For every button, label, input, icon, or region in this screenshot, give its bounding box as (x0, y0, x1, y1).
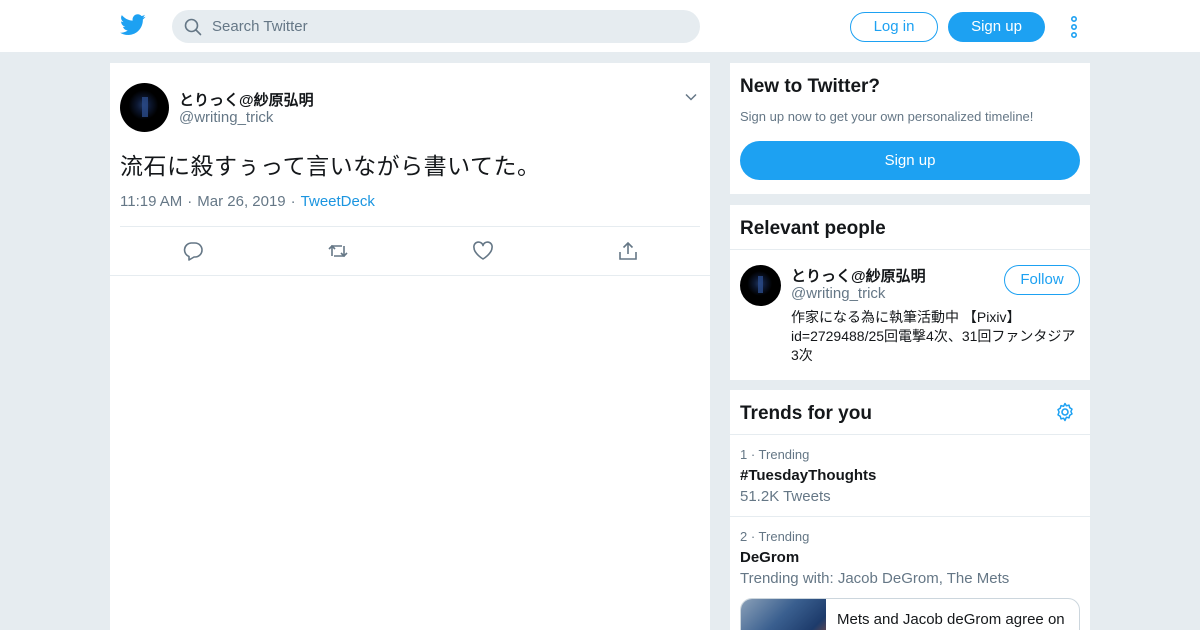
trend-news-card[interactable]: Mets and Jacob deGrom agree on (740, 598, 1080, 630)
tweet-author-handle[interactable]: @writing_trick (179, 109, 273, 126)
card-title: New to Twitter? (740, 76, 881, 97)
tweet-date[interactable]: Mar 26, 2019 (197, 193, 285, 210)
person-name[interactable]: とりっく@紗原弘明 (791, 265, 926, 286)
trend-rank: 2 · Trending (740, 529, 810, 544)
person-handle[interactable]: @writing_trick (791, 285, 885, 302)
person-avatar[interactable] (740, 265, 781, 306)
like-icon[interactable] (472, 240, 494, 262)
gear-icon[interactable] (1055, 402, 1075, 422)
chevron-down-icon[interactable] (684, 90, 698, 104)
trend-rank: 1 · Trending (740, 447, 810, 462)
meta-separator: · (187, 193, 193, 210)
tweet-text: 流石に殺すぅって言いながら書いてた。 (120, 153, 541, 179)
reply-icon[interactable] (182, 240, 204, 262)
signup-wide-button[interactable]: Sign up (740, 141, 1080, 180)
divider (730, 249, 1090, 250)
more-options-icon[interactable] (1066, 16, 1082, 38)
meta-separator: · (290, 193, 296, 210)
trends-card: Trends for you 1 · Trending #TuesdayThou… (730, 390, 1090, 630)
trend-info: 51.2K Tweets (740, 488, 831, 505)
search-input[interactable] (212, 10, 682, 43)
follow-button[interactable]: Follow (1004, 265, 1080, 295)
card-title: Relevant people (740, 218, 886, 239)
twitter-logo-icon[interactable] (120, 14, 146, 36)
tweet-author-name[interactable]: とりっく@紗原弘明 (179, 89, 314, 110)
signup-button[interactable]: Sign up (948, 12, 1045, 42)
person-bio: 作家になる為に執筆活動中 【Pixiv】 id=2729488/25回電撃4次、… (791, 309, 1076, 363)
tweet-time[interactable]: 11:19 AM (120, 193, 182, 210)
trend-info: Trending with: Jacob DeGrom, The Mets (740, 570, 1010, 587)
tweet-card: とりっく@紗原弘明 @writing_trick 流石に殺すぅって言いながら書い… (110, 63, 710, 630)
card-subtitle: Sign up now to get your own personalized… (740, 109, 1034, 124)
trend-item[interactable]: 1 · Trending #TuesdayThoughts 51.2K Twee… (740, 447, 1080, 505)
retweet-icon[interactable] (327, 240, 349, 262)
divider (730, 434, 1090, 435)
news-headline[interactable]: Mets and Jacob deGrom agree on (837, 611, 1065, 628)
share-icon[interactable] (617, 240, 639, 262)
tweet-author-avatar[interactable] (120, 83, 169, 132)
trend-name[interactable]: DeGrom (740, 549, 1080, 568)
search-icon (184, 18, 202, 36)
divider (730, 516, 1090, 517)
card-title: Trends for you (740, 403, 872, 424)
login-button[interactable]: Log in (850, 12, 938, 42)
relevant-people-card: Relevant people とりっく@紗原弘明 @writing_trick… (730, 205, 1090, 380)
divider (120, 226, 700, 227)
new-to-twitter-card: New to Twitter? Sign up now to get your … (730, 63, 1090, 194)
tweet-meta: 11:19 AM · Mar 26, 2019 · TweetDeck (120, 193, 375, 210)
trend-name[interactable]: #TuesdayThoughts (740, 467, 1080, 486)
top-bar: Log in Sign up (0, 0, 1200, 53)
trend-item[interactable]: 2 · Trending DeGrom Trending with: Jacob… (740, 529, 1080, 587)
divider (110, 275, 710, 276)
tweet-source-link[interactable]: TweetDeck (301, 193, 375, 210)
news-thumbnail (741, 599, 826, 630)
search-box[interactable] (172, 10, 700, 43)
